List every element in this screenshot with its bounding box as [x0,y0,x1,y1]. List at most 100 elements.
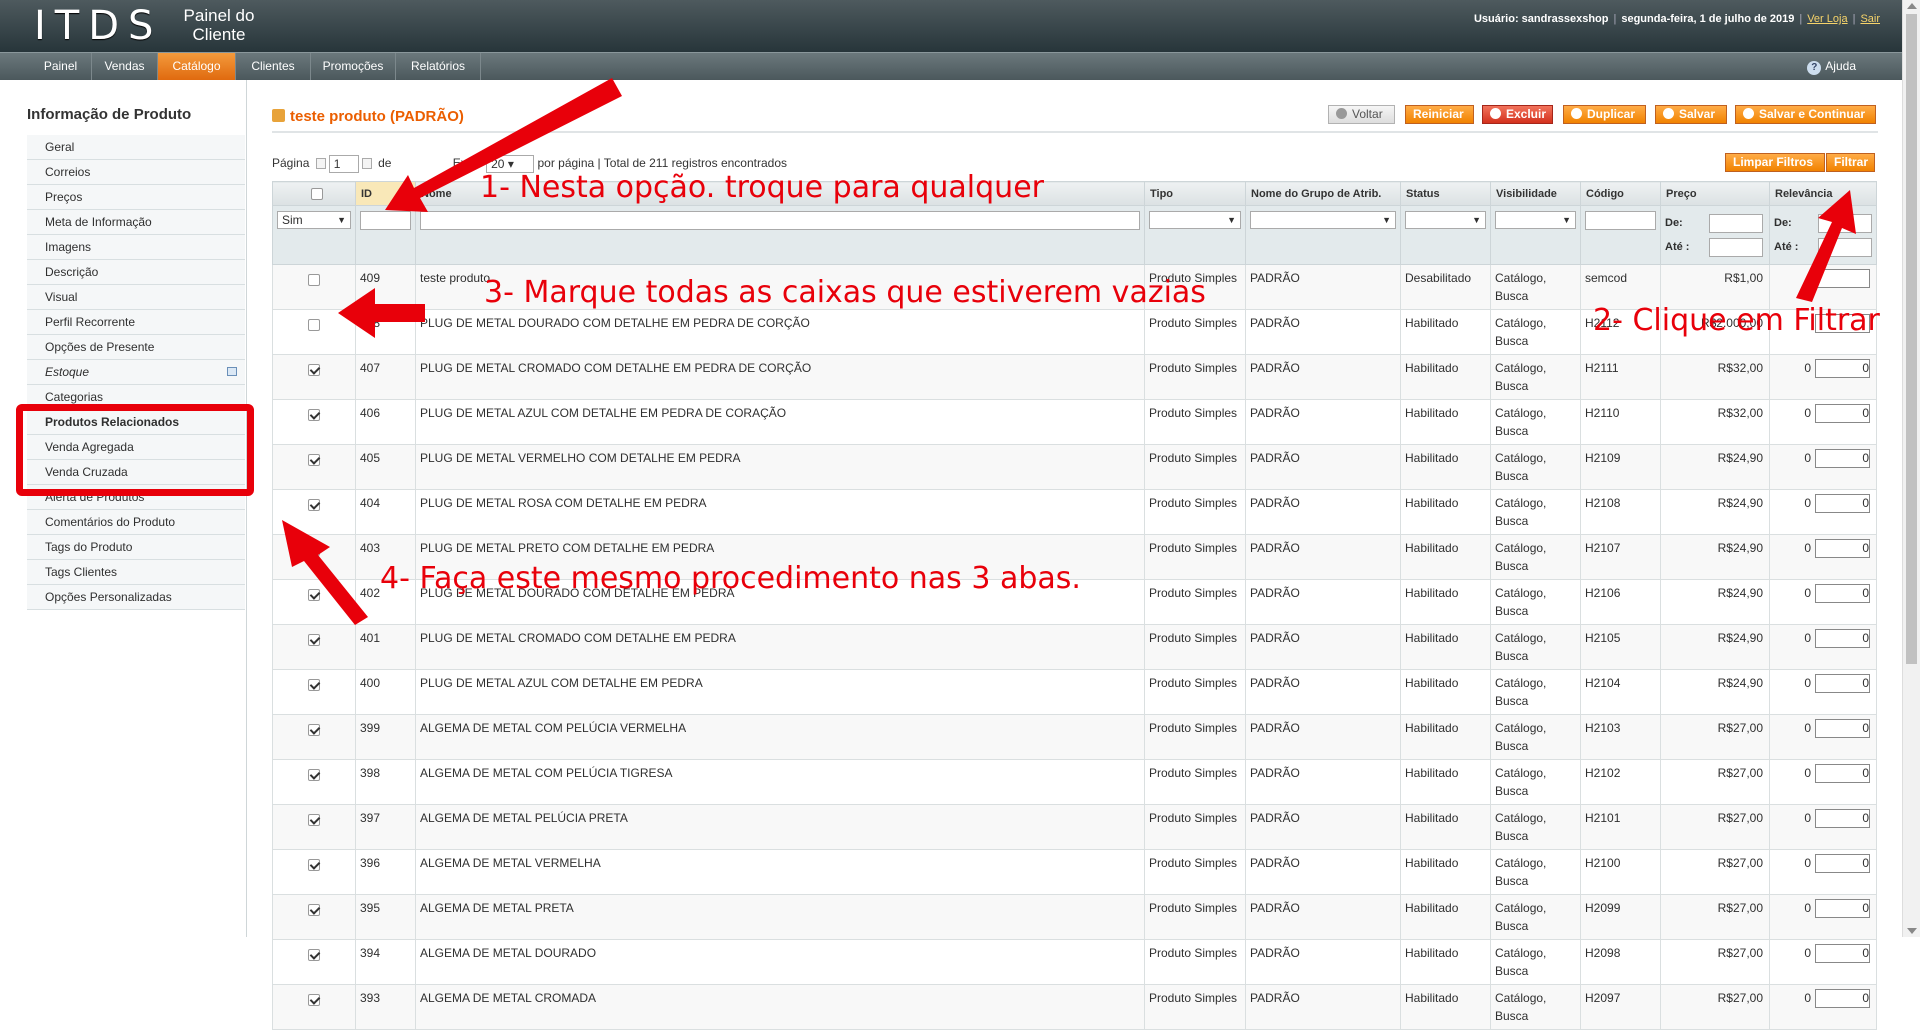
sidebar-item-correios[interactable]: Correios [27,160,245,185]
position-input[interactable]: 0 [1815,494,1870,513]
position-input[interactable] [1815,269,1870,288]
nav-catalogo[interactable]: Catálogo [158,53,236,80]
col-visibility[interactable]: Visibilidade [1490,181,1581,206]
row-checkbox[interactable] [308,634,320,646]
position-from-input[interactable] [1818,214,1872,233]
price-to-input[interactable] [1709,238,1763,257]
row-checkbox[interactable] [308,454,320,466]
table-row[interactable]: 404 PLUG DE METAL ROSA COM DETALHE EM PED… [272,489,1877,535]
position-input[interactable]: 0 [1815,629,1870,648]
select-all-checkbox[interactable] [310,187,323,200]
position-input[interactable]: 0 [1815,809,1870,828]
row-checkbox[interactable] [308,949,320,961]
table-row[interactable]: 399 ALGEMA DE METAL COM PELÚCIA VERMELHA P… [272,714,1877,760]
sidebar-item-descricao[interactable]: Descrição [27,260,245,285]
col-position[interactable]: Relevância [1769,181,1877,206]
position-input[interactable]: 0 [1815,404,1870,423]
position-input[interactable]: 0 [1815,899,1870,918]
sidebar-item-opcoes-presente[interactable]: Opções de Presente [27,335,245,360]
row-checkbox[interactable] [308,319,320,331]
nav-painel[interactable]: Painel [30,53,92,80]
filter-button[interactable]: Filtrar [1826,153,1875,172]
col-price[interactable]: Preço [1660,181,1770,206]
table-row[interactable]: 405 PLUG DE METAL VERMELHO COM DETALHE EM… [272,444,1877,490]
row-checkbox[interactable] [308,409,320,421]
delete-button[interactable]: Excluir [1482,105,1553,124]
sidebar-item-tags-clientes[interactable]: Tags Clientes [27,560,245,585]
name-filter-input[interactable] [420,211,1140,230]
prev-page-icon[interactable] [315,158,326,170]
sidebar-item-comentarios[interactable]: Comentários do Produto [27,510,245,535]
nav-clientes[interactable]: Clientes [236,53,311,80]
position-input[interactable]: 0 [1815,764,1870,783]
table-row[interactable]: 394 ALGEMA DE METAL DOURADO Produto Simple… [272,939,1877,985]
scroll-up-icon[interactable] [1907,3,1917,9]
row-checkbox[interactable] [308,589,320,601]
sidebar-item-geral[interactable]: Geral [27,135,245,160]
row-checkbox[interactable] [308,859,320,871]
sidebar-item-meta[interactable]: Meta de Informação [27,210,245,235]
logo[interactable]: ITDS [34,3,162,49]
row-checkbox[interactable] [308,274,320,286]
row-checkbox[interactable] [308,499,320,511]
scrollbar-thumb[interactable] [1906,14,1917,664]
save-continue-button[interactable]: Salvar e Continuar [1735,105,1876,124]
sidebar-item-perfil-recorrente[interactable]: Perfil Recorrente [27,310,245,335]
next-page-icon[interactable] [361,158,372,170]
sidebar-item-visual[interactable]: Visual [27,285,245,310]
sidebar-item-imagens[interactable]: Imagens [27,235,245,260]
sku-filter-input[interactable] [1585,211,1656,230]
type-filter-select[interactable] [1149,211,1241,229]
row-checkbox[interactable] [308,364,320,376]
position-input[interactable]: 0 [1815,584,1870,603]
col-type[interactable]: Tipo [1144,181,1246,206]
scroll-down-icon[interactable] [1907,928,1917,934]
col-select[interactable] [272,181,356,206]
view-store-link[interactable]: Ver Loja [1807,13,1847,25]
position-input[interactable]: 0 [1815,539,1870,558]
table-row[interactable]: 398 ALGEMA DE METAL COM PELÚCIA TIGRESA Pr… [272,759,1877,805]
row-checkbox[interactable] [308,679,320,691]
position-to-input[interactable] [1818,238,1872,257]
position-input[interactable]: 0 [1815,359,1870,378]
visibility-filter-select[interactable] [1495,211,1576,229]
col-attr-set[interactable]: Nome do Grupo de Atrib. [1245,181,1401,206]
table-row[interactable]: 406 PLUG DE METAL AZUL COM DETALHE EM PED… [272,399,1877,445]
nav-relatorios[interactable]: Relatórios [396,53,481,80]
in-products-filter-select[interactable]: Sim [277,211,351,229]
duplicate-button[interactable]: Duplicar [1563,105,1646,124]
col-status[interactable]: Status [1400,181,1491,206]
row-checkbox[interactable] [308,769,320,781]
row-checkbox[interactable] [308,724,320,736]
table-row[interactable]: 395 ALGEMA DE METAL PRETA Produto Simples P… [272,894,1877,940]
nav-vendas[interactable]: Vendas [92,53,158,80]
position-input[interactable]: 0 [1815,989,1870,1008]
row-checkbox[interactable] [308,994,320,1006]
sidebar-item-opcoes-personalizadas[interactable]: Opções Personalizadas [27,585,245,610]
col-sku[interactable]: Código [1580,181,1661,206]
reset-button[interactable]: Reiniciar [1405,105,1474,124]
table-row[interactable]: 396 ALGEMA DE METAL VERMELHA Produto Simpl… [272,849,1877,895]
sidebar-item-estoque[interactable]: Estoque [27,360,245,385]
position-input[interactable]: 0 [1815,449,1870,468]
col-id[interactable]: ID [355,181,416,206]
position-input[interactable]: 0 [1815,854,1870,873]
row-checkbox[interactable] [308,814,320,826]
logout-link[interactable]: Sair [1860,13,1880,25]
attr-set-filter-select[interactable] [1250,211,1396,229]
position-input[interactable]: 0 [1815,719,1870,738]
position-input[interactable]: 0 [1815,674,1870,693]
page-scrollbar[interactable] [1902,0,1920,937]
row-checkbox[interactable] [308,544,320,556]
sidebar-item-tags-produto[interactable]: Tags do Produto [27,535,245,560]
help-link[interactable]: ? Ajuda [1807,53,1856,80]
clear-filters-button[interactable]: Limpar Filtros [1725,153,1825,172]
table-row[interactable]: 397 ALGEMA DE METAL PELÚCIA PRETA Produto … [272,804,1877,850]
table-row[interactable]: 401 PLUG DE METAL CROMADO COM DETALHE EM … [272,624,1877,670]
sidebar-item-precos[interactable]: Preços [27,185,245,210]
position-input[interactable]: 0 [1815,944,1870,963]
price-from-input[interactable] [1709,214,1763,233]
save-button[interactable]: Salvar [1655,105,1727,124]
nav-promocoes[interactable]: Promoções [311,53,396,80]
page-input[interactable]: 1 [328,155,359,173]
